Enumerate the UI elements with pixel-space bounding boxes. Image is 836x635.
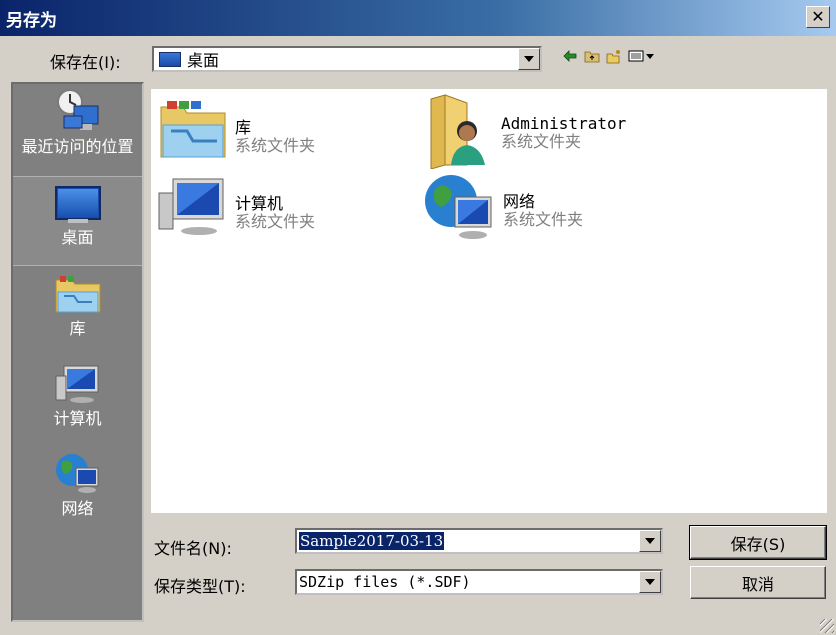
place-label: 库 <box>69 319 86 338</box>
libraries-icon <box>160 101 226 158</box>
libraries-icon <box>55 276 100 313</box>
user-folder-icon <box>430 94 485 169</box>
cancel-button[interactable]: 取消 <box>690 566 826 599</box>
place-label: 网络 <box>61 499 94 518</box>
place-label: 桌面 <box>61 228 94 247</box>
lookin-value: 桌面 <box>187 51 220 70</box>
file-type: 系统文件夹 <box>503 210 584 229</box>
chevron-down-icon <box>645 579 655 585</box>
place-computer[interactable]: 计算机 <box>13 362 142 450</box>
filename-value: Sample2017-03-13 <box>299 532 445 550</box>
list-item[interactable]: 库 系统文件夹 <box>159 97 315 165</box>
filetype-dropdown-button[interactable] <box>639 571 661 593</box>
close-button[interactable]: ✕ <box>806 6 830 28</box>
filename-input[interactable]: Sample2017-03-13 <box>295 528 663 554</box>
up-folder-icon[interactable] <box>584 48 600 64</box>
place-network[interactable]: 网络 <box>13 450 142 538</box>
filetype-value: SDZip files (*.SDF) <box>299 573 471 591</box>
file-type: 系统文件夹 <box>235 136 316 155</box>
filename-label: 文件名(N): <box>154 539 232 558</box>
desktop-icon <box>54 186 101 223</box>
list-item[interactable]: Administrator 系统文件夹 <box>427 93 626 169</box>
place-desktop[interactable]: 桌面 <box>13 176 142 266</box>
file-type: 系统文件夹 <box>501 132 582 151</box>
list-item[interactable]: 网络 系统文件夹 <box>423 171 583 243</box>
new-folder-icon[interactable] <box>606 48 622 64</box>
network-icon <box>425 175 492 239</box>
file-name: 计算机 <box>235 194 284 213</box>
file-name: 库 <box>235 118 252 137</box>
chevron-down-icon <box>645 538 655 544</box>
network-icon <box>55 454 98 493</box>
filetype-label: 保存类型(T): <box>154 577 246 596</box>
title-bar: 另存为 ✕ <box>0 0 836 36</box>
place-label: 最近访问的位置 <box>21 137 134 156</box>
place-recent[interactable]: 最近访问的位置 <box>13 88 142 176</box>
window-title: 另存为 <box>6 10 57 31</box>
view-menu-icon[interactable] <box>628 48 656 64</box>
places-bar: 最近访问的位置 桌面 库 计算机 网络 <box>11 82 144 622</box>
lookin-dropdown-button[interactable] <box>518 48 540 70</box>
save-button[interactable]: 保存(S) <box>689 525 827 560</box>
list-item[interactable]: 计算机 系统文件夹 <box>157 173 315 239</box>
file-type: 系统文件夹 <box>235 212 316 231</box>
desktop-icon <box>159 51 181 67</box>
toolbar <box>562 48 656 64</box>
recent-places-icon <box>56 89 98 130</box>
place-label: 计算机 <box>53 409 102 428</box>
chevron-down-icon <box>524 56 534 62</box>
file-name: Administrator <box>501 114 627 133</box>
close-icon: ✕ <box>811 7 825 26</box>
filetype-select[interactable]: SDZip files (*.SDF) <box>295 569 663 595</box>
place-libraries[interactable]: 库 <box>13 268 142 356</box>
filename-dropdown-button[interactable] <box>639 530 661 552</box>
computer-icon <box>158 178 224 235</box>
file-list: 库 系统文件夹 Administrator 系统文件夹 计算机 系统文件夹 网络… <box>151 89 827 513</box>
resize-grip[interactable] <box>820 619 834 633</box>
file-name: 网络 <box>503 192 536 211</box>
back-arrow-icon[interactable] <box>562 48 578 64</box>
lookin-dropdown[interactable]: 桌面 <box>152 46 542 72</box>
computer-icon <box>55 365 98 403</box>
lookin-label: 保存在(I): <box>50 53 121 72</box>
